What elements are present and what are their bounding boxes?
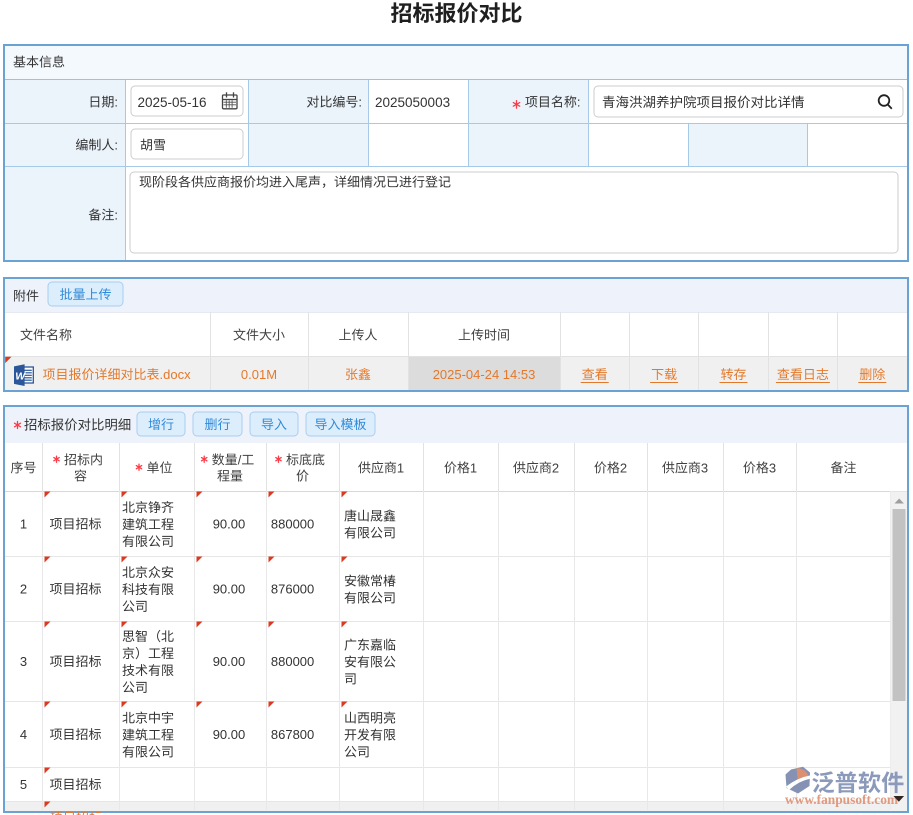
- svg-text:4: 4: [20, 727, 27, 742]
- svg-text:90.00: 90.00: [213, 654, 246, 669]
- svg-text:2025-04-24 14:53: 2025-04-24 14:53: [433, 367, 536, 382]
- svg-text::: :: [114, 208, 118, 223]
- svg-text:90.00: 90.00: [213, 582, 246, 597]
- svg-text:2: 2: [20, 582, 27, 597]
- svg-text:2: 2: [552, 460, 559, 475]
- svg-text:0.01M: 0.01M: [241, 367, 277, 382]
- svg-text:.docx: .docx: [160, 367, 192, 382]
- svg-text:880000: 880000: [271, 517, 314, 532]
- svg-text::: :: [114, 95, 118, 110]
- svg-text:876000: 876000: [271, 582, 314, 597]
- svg-text:1: 1: [397, 460, 404, 475]
- svg-text:1: 1: [20, 517, 27, 532]
- svg-text:www.fanpusoft.com: www.fanpusoft.com: [785, 792, 898, 807]
- svg-text:2: 2: [620, 460, 627, 475]
- svg-text:867800: 867800: [271, 727, 314, 742]
- svg-text:1: 1: [470, 460, 477, 475]
- svg-text:W: W: [15, 371, 26, 383]
- svg-text::: :: [358, 95, 362, 110]
- svg-text:3: 3: [769, 460, 776, 475]
- svg-text:880000: 880000: [271, 654, 314, 669]
- svg-text::: :: [114, 138, 118, 153]
- svg-text:90.00: 90.00: [213, 517, 246, 532]
- svg-text:5: 5: [20, 777, 27, 792]
- svg-text:3: 3: [701, 460, 708, 475]
- svg-text:3: 3: [20, 654, 27, 669]
- svg-text:2025050003: 2025050003: [375, 95, 450, 110]
- svg-text::: :: [577, 95, 581, 110]
- svg-text:2025-05-16: 2025-05-16: [138, 95, 207, 110]
- svg-text:/: /: [238, 452, 242, 467]
- svg-text:90.00: 90.00: [213, 727, 246, 742]
